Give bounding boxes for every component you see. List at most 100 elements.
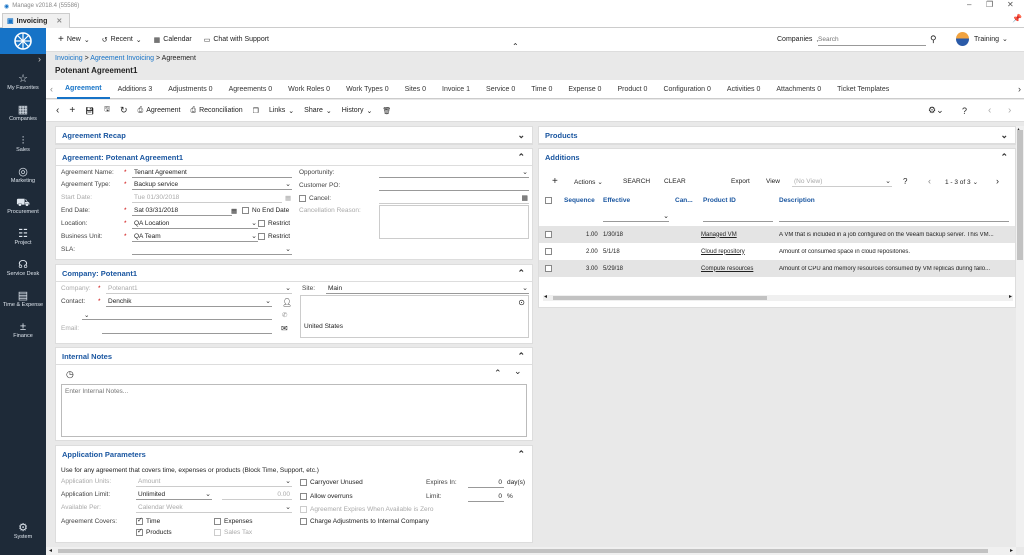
scroll-left-icon[interactable]: ◂ bbox=[544, 293, 547, 300]
panel-header[interactable]: Agreement: Potenant Agreement1 ⌃ bbox=[56, 149, 532, 166]
tab-product[interactable]: Product 0 bbox=[609, 80, 655, 99]
sla-select[interactable]: ⌄ bbox=[132, 245, 292, 255]
collapse-toolbar-icon[interactable]: ⌃ bbox=[512, 42, 519, 51]
save-close-icon[interactable]: 🖫 bbox=[104, 105, 110, 116]
internal-notes-textarea[interactable] bbox=[61, 384, 527, 437]
clock-icon[interactable]: ◷ bbox=[66, 369, 74, 380]
grid-search-button[interactable]: SEARCH bbox=[623, 178, 650, 185]
actions-menu[interactable]: Actions ⌄ bbox=[574, 178, 603, 187]
user-menu[interactable]: Training ⌄ bbox=[956, 32, 1008, 46]
recent-button[interactable]: ↺ Recent ⌄ bbox=[102, 36, 142, 44]
restrict-bu-checkbox[interactable]: Restrict bbox=[258, 233, 290, 240]
paging-info[interactable]: 1 - 3 of 3 ⌄ bbox=[945, 178, 978, 187]
notes-collapse-icon[interactable]: ⌃ bbox=[494, 368, 502, 379]
sidebar-item-procurement[interactable]: ⛟ Procurement bbox=[0, 190, 46, 221]
cell-product-id[interactable]: Compute resources bbox=[701, 266, 753, 272]
filter-description[interactable] bbox=[779, 212, 1009, 222]
close-window-button[interactable]: ✕ bbox=[1007, 0, 1014, 9]
row-checkbox[interactable] bbox=[545, 248, 552, 255]
prev-record-icon[interactable]: ‹ bbox=[988, 105, 991, 116]
col-sequence[interactable]: Sequence bbox=[564, 197, 595, 204]
sidebar-item-finance[interactable]: ± Finance bbox=[0, 314, 46, 345]
allow-overruns-checkbox[interactable]: Allow overruns bbox=[300, 493, 353, 500]
breadcrumb-agreement-invoicing[interactable]: Agreement Invoicing bbox=[90, 55, 154, 62]
minimize-button[interactable]: – bbox=[967, 0, 971, 9]
table-row[interactable]: 3.00 5/29/18 Compute resources Amount of CP… bbox=[539, 260, 1015, 277]
tab-attachments[interactable]: Attachments 0 bbox=[768, 80, 829, 99]
page-vertical-scrollbar[interactable]: ▴ bbox=[1016, 126, 1024, 547]
envelope-icon[interactable]: ✉ bbox=[281, 324, 288, 333]
location-select[interactable]: QA Location ⌄ bbox=[132, 219, 258, 229]
tab-expense[interactable]: Expense 0 bbox=[560, 80, 609, 99]
col-description[interactable]: Description bbox=[779, 197, 815, 204]
cell-product-id[interactable]: Managed VM bbox=[701, 232, 737, 238]
global-search-input[interactable] bbox=[818, 34, 926, 46]
contact-phone-field[interactable]: ⌄ bbox=[82, 310, 272, 320]
sidebar-item-project[interactable]: ☷ Project bbox=[0, 221, 46, 252]
scroll-left-icon[interactable]: ◂ bbox=[49, 547, 52, 554]
links-menu[interactable]: Links ⌄ bbox=[269, 107, 294, 115]
tab-activities[interactable]: Activities 0 bbox=[719, 80, 768, 99]
help-icon[interactable]: ? bbox=[962, 106, 967, 116]
panel-header[interactable]: Additions ⌃ bbox=[539, 149, 1015, 166]
view-select[interactable]: (No View) ⌄ bbox=[792, 177, 892, 187]
agreement-name-field[interactable]: Tenant Agreement bbox=[132, 168, 292, 178]
row-checkbox[interactable] bbox=[545, 265, 552, 272]
person-icon[interactable]: 👤︎ bbox=[282, 298, 292, 307]
tab-time[interactable]: Time 0 bbox=[523, 80, 560, 99]
copy-icon[interactable]: ❐ bbox=[253, 107, 259, 115]
sidebar-expand-icon[interactable]: › bbox=[0, 54, 46, 66]
export-button[interactable]: Export bbox=[731, 178, 750, 185]
companies-dropdown[interactable]: Companies⌄ bbox=[777, 36, 821, 44]
phone-icon[interactable]: ✆ bbox=[282, 311, 287, 319]
search-icon[interactable]: ⚲ bbox=[930, 34, 937, 45]
page-horizontal-scrollbar[interactable]: ◂ ▸ bbox=[46, 547, 1016, 555]
table-row[interactable]: 2.00 5/1/18 Cloud repository Amount of cons… bbox=[539, 243, 1015, 260]
vertical-scrollbar-thumb[interactable] bbox=[1017, 130, 1023, 260]
scroll-right-icon[interactable]: ▸ bbox=[1010, 547, 1013, 554]
filter-effective[interactable]: ⌄ bbox=[603, 212, 669, 222]
covers-products-checkbox[interactable]: Products bbox=[136, 527, 172, 536]
sidebar-item-companies[interactable]: ▦ Companies bbox=[0, 97, 46, 128]
cancel-checkbox[interactable]: Cancel: bbox=[299, 195, 331, 202]
charge-adjustments-checkbox[interactable]: Charge Adjustments to Internal Company bbox=[300, 518, 429, 525]
refresh-icon[interactable]: ↻ bbox=[120, 105, 128, 116]
share-menu[interactable]: Share ⌄ bbox=[304, 107, 332, 115]
agreement-type-select[interactable]: Backup service ⌄ bbox=[132, 180, 292, 190]
filter-product-id[interactable] bbox=[703, 212, 773, 222]
no-end-date-checkbox[interactable]: No End Date bbox=[242, 207, 289, 214]
contact-select[interactable]: Denchik ⌄ bbox=[106, 297, 272, 307]
scrollbar-thumb[interactable] bbox=[553, 296, 767, 300]
panel-header[interactable]: Internal Notes ⌃ bbox=[56, 348, 532, 365]
col-effective[interactable]: Effective bbox=[603, 197, 630, 204]
calendar-icon[interactable]: ▦ bbox=[231, 207, 237, 215]
history-menu[interactable]: History ⌄ bbox=[342, 107, 373, 115]
tab-adjustments[interactable]: Adjustments 0 bbox=[160, 80, 220, 99]
tabs-scroll-left-icon[interactable]: ‹ bbox=[46, 84, 57, 94]
next-record-icon[interactable]: › bbox=[1008, 105, 1011, 116]
tab-work-roles[interactable]: Work Roles 0 bbox=[280, 80, 338, 99]
pin-icon[interactable]: 📌 bbox=[1012, 14, 1022, 23]
tab-additions[interactable]: Additions 3 bbox=[110, 80, 161, 99]
table-row[interactable]: 1.00 1/30/18 Managed VM A VM that is includ… bbox=[539, 226, 1015, 243]
panel-header[interactable]: Products ⌄ bbox=[539, 127, 1015, 144]
new-button[interactable]: + New ⌄ bbox=[58, 34, 90, 45]
end-date-field[interactable]: Sat 03/31/2018 bbox=[132, 206, 232, 216]
maximize-button[interactable]: ❐ bbox=[986, 0, 993, 9]
sidebar-item-system[interactable]: ⚙ System bbox=[0, 515, 46, 546]
add-addition-icon[interactable]: + bbox=[552, 176, 558, 187]
panel-header[interactable]: Company: Potenant1 ⌃ bbox=[56, 265, 532, 282]
sidebar-item-marketing[interactable]: ◎ Marketing bbox=[0, 159, 46, 190]
add-icon[interactable]: + bbox=[69, 105, 75, 116]
tab-agreement[interactable]: Agreement bbox=[57, 80, 110, 99]
panel-header[interactable]: Application Parameters ⌃ bbox=[56, 446, 532, 463]
sidebar-item-service-desk[interactable]: ☊ Service Desk bbox=[0, 252, 46, 283]
scroll-right-icon[interactable]: ▸ bbox=[1009, 293, 1012, 300]
tab-invoice[interactable]: Invoice 1 bbox=[434, 80, 478, 99]
chat-support-button[interactable]: ▭ Chat with Support bbox=[204, 36, 269, 44]
email-field[interactable] bbox=[102, 324, 272, 334]
tab-configuration[interactable]: Configuration 0 bbox=[655, 80, 718, 99]
carryover-unused-checkbox[interactable]: Carryover Unused bbox=[300, 479, 363, 486]
col-cancelled[interactable]: Can... bbox=[675, 197, 693, 204]
expires-in-field[interactable]: 0 bbox=[468, 478, 504, 488]
